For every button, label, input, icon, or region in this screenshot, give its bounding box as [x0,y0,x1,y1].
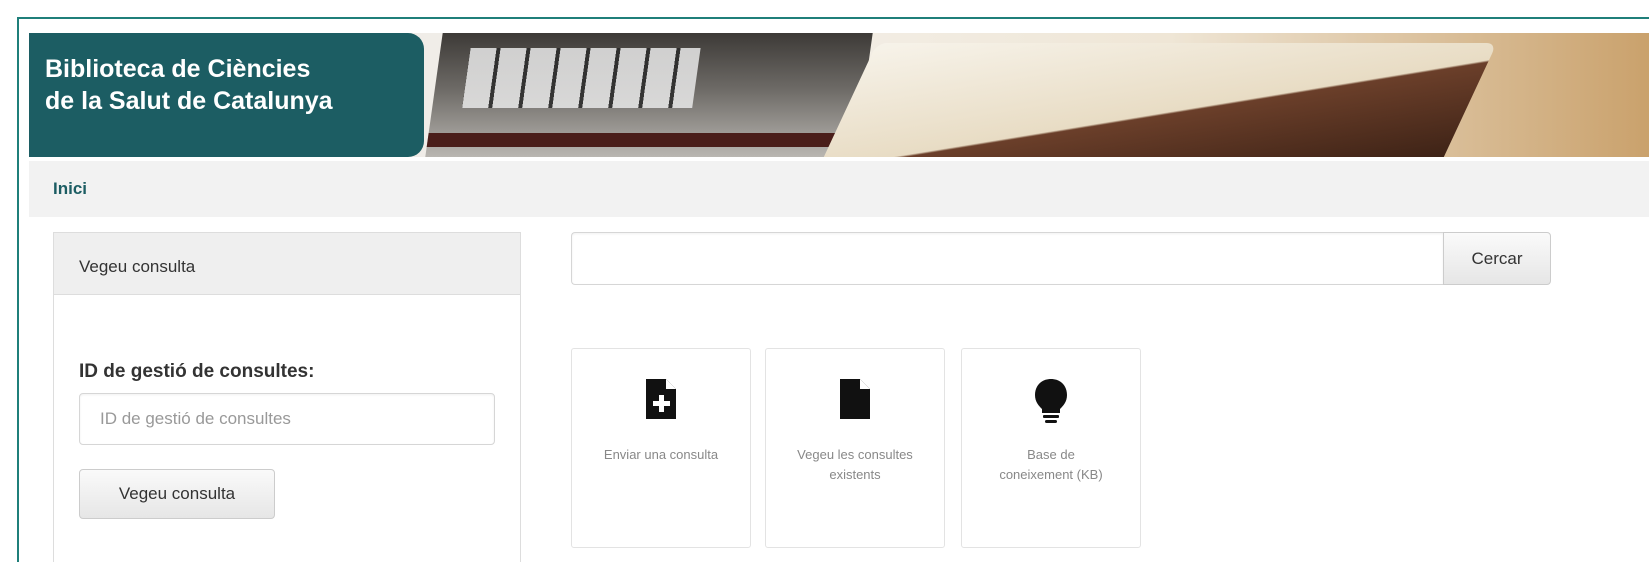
tile-label: Enviar una consulta [603,447,719,462]
file-plus-icon [572,377,750,425]
laptop-edge-decoration [426,133,849,147]
search-input[interactable] [571,232,1443,285]
query-id-label: ID de gestió de consultes: [79,361,315,382]
panel-title: Vegeu consulta [54,233,520,295]
lightbulb-icon [962,377,1140,425]
keyboard-decoration [462,48,701,108]
panel-body: ID de gestió de consultes: Vegeu consult… [54,295,520,519]
book-image [821,43,1497,157]
page-frame: Biblioteca de Ciències de la Salut de Ca… [17,17,1649,562]
file-icon [766,377,944,425]
search-bar: Cercar [571,232,1551,285]
breadcrumb-bar: Inici [29,161,1649,217]
tile-label: Vegeu les consultes existents [797,447,913,482]
query-id-input[interactable] [79,393,495,445]
view-query-button[interactable]: Vegeu consulta [79,469,275,519]
submit-query-tile[interactable]: Enviar una consulta [571,348,751,548]
site-title[interactable]: Biblioteca de Ciències de la Salut de Ca… [29,33,424,157]
home-link[interactable]: Inici [53,179,87,199]
existing-queries-tile[interactable]: Vegeu les consultes existents [765,348,945,548]
view-query-panel: Vegeu consulta ID de gestió de consultes… [53,232,521,562]
knowledge-base-tile[interactable]: Base de coneixement (KB) [961,348,1141,548]
search-button[interactable]: Cercar [1443,232,1551,285]
laptop-image [425,33,873,157]
tile-label: Base de coneixement (KB) [999,447,1103,482]
